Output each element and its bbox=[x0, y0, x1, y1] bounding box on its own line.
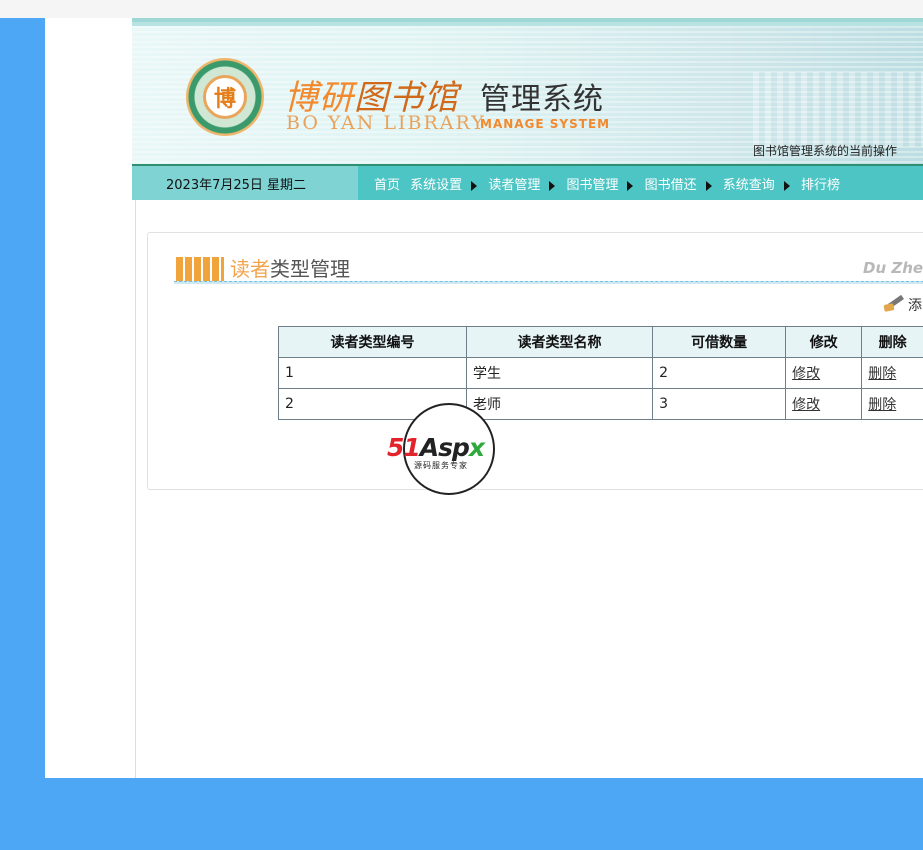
caret-right-icon bbox=[549, 180, 556, 191]
delete-link[interactable]: 删除 bbox=[868, 397, 896, 413]
weekday-text: 星期二 bbox=[267, 178, 307, 193]
books-icon bbox=[176, 257, 224, 284]
pencil-icon bbox=[884, 297, 904, 313]
caret-right-icon bbox=[471, 180, 478, 191]
watermark-part-b: Asp bbox=[419, 433, 470, 462]
nav-menu: 首页 系统设置 读者管理 图书管理 图书借还 系统查询 排行榜 bbox=[374, 174, 846, 193]
column-header-borrow-limit: 可借数量 bbox=[652, 326, 787, 358]
cell-delete: 删除 bbox=[861, 388, 923, 420]
column-header-delete: 删除 bbox=[861, 326, 923, 358]
brand-manage-system: 管理系统 bbox=[480, 82, 604, 117]
edit-link[interactable]: 修改 bbox=[792, 366, 820, 382]
cell-edit: 修改 bbox=[785, 357, 863, 389]
cell-borrow-limit: 2 bbox=[652, 357, 787, 389]
cell-type-id: 1 bbox=[278, 357, 467, 389]
cell-delete: 删除 bbox=[861, 357, 923, 389]
column-header-type-name: 读者类型名称 bbox=[465, 326, 654, 358]
browser-top-strip bbox=[0, 0, 923, 19]
library-logo: 博 bbox=[186, 58, 264, 136]
main-nav: 2023年7月25日 星期二 首页 系统设置 读者管理 图书管理 图书借还 系统… bbox=[132, 164, 923, 200]
delete-link[interactable]: 删除 bbox=[868, 366, 896, 382]
date-text: 2023年7月25日 bbox=[166, 178, 263, 193]
nav-item-home[interactable]: 首页 bbox=[374, 178, 400, 193]
nav-item-reader-management[interactable]: 读者管理 bbox=[488, 178, 540, 193]
caret-right-icon bbox=[783, 180, 790, 191]
nav-item-system-settings[interactable]: 系统设置 bbox=[410, 178, 462, 193]
header-top-line bbox=[132, 22, 923, 26]
panel-title-part-a: 读者 bbox=[230, 257, 270, 281]
edit-link[interactable]: 修改 bbox=[792, 397, 820, 413]
panel-title: 读者类型管理 bbox=[230, 253, 350, 282]
panel-title-part-b: 类型管理 bbox=[270, 257, 350, 281]
panel-title-english: Du Zhe Lei bbox=[863, 259, 923, 277]
add-link-label: 添 bbox=[908, 298, 922, 314]
table-row: 2 老师 3 修改 删除 bbox=[278, 388, 923, 420]
nav-item-system-query[interactable]: 系统查询 bbox=[723, 178, 775, 193]
left-margin-panel bbox=[45, 18, 136, 778]
column-header-edit: 修改 bbox=[785, 326, 863, 358]
reader-type-panel: 读者类型管理 Du Zhe Lei 添 读者类型编号 读者类型名称 可借数量 修… bbox=[147, 232, 923, 490]
nav-item-ranking[interactable]: 排行榜 bbox=[801, 178, 840, 193]
date-box: 2023年7月25日 星期二 bbox=[132, 166, 358, 200]
cell-borrow-limit: 3 bbox=[652, 388, 787, 420]
current-operation-hint: 图书馆管理系统的当前操作 bbox=[753, 144, 898, 158]
add-reader-type-link[interactable]: 添 bbox=[884, 295, 922, 315]
caret-right-icon bbox=[705, 180, 712, 191]
table-header-row: 读者类型编号 读者类型名称 可借数量 修改 删除 bbox=[278, 326, 923, 358]
cell-type-name: 老师 bbox=[465, 388, 654, 420]
site-header: 博 博研图书馆 管理系统 BO YAN LIBRARY MANAGE SYSTE… bbox=[132, 18, 923, 168]
current-date: 2023年7月25日 星期二 bbox=[166, 174, 306, 193]
cell-edit: 修改 bbox=[785, 388, 863, 420]
caret-right-icon bbox=[627, 180, 634, 191]
nav-item-borrow-return[interactable]: 图书借还 bbox=[645, 178, 697, 193]
table-row: 1 学生 2 修改 删除 bbox=[278, 357, 923, 389]
panel-title-divider bbox=[174, 281, 923, 284]
nav-item-book-management[interactable]: 图书管理 bbox=[566, 178, 618, 193]
brand-manage-english: MANAGE SYSTEM bbox=[480, 117, 611, 131]
brand-name-english: BO YAN LIBRARY bbox=[286, 112, 486, 134]
column-header-type-id: 读者类型编号 bbox=[278, 326, 467, 358]
logo-mark: 博 bbox=[203, 75, 247, 119]
header-building-graphic bbox=[753, 72, 923, 147]
watermark-tagline: 源码服务专家 bbox=[414, 461, 468, 470]
watermark-part-c: x bbox=[468, 433, 485, 462]
cell-type-name: 学生 bbox=[465, 357, 654, 389]
watermark-part-a: 51 bbox=[387, 433, 421, 462]
watermark-logo: 51Aspx bbox=[387, 433, 485, 462]
reader-type-table: 读者类型编号 读者类型名称 可借数量 修改 删除 1 学生 2 修改 删除 2 … bbox=[278, 326, 923, 420]
